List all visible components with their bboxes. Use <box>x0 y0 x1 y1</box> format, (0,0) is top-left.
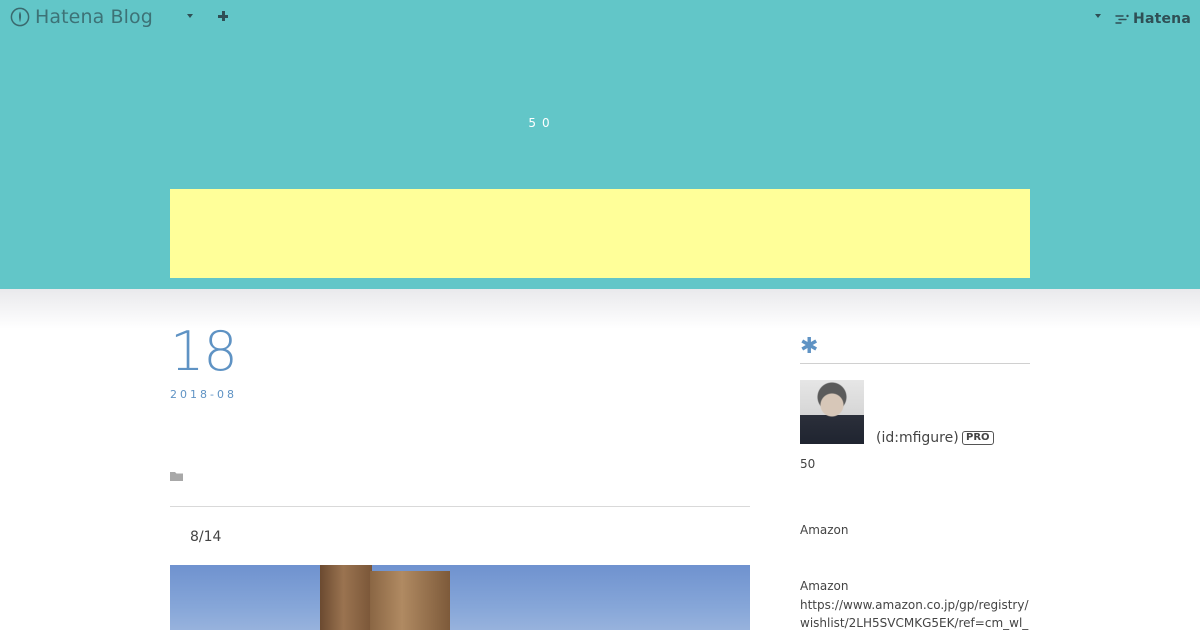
hatena-logo-icon <box>1115 14 1130 25</box>
sidebar-module-amazon: Amazon <box>800 523 849 537</box>
wishlist-link[interactable]: https://www.amazon.co.jp/gp/registry/wis… <box>800 596 1032 630</box>
entry-date-year-month[interactable]: 2018-08 <box>170 388 237 401</box>
sidebar-profile-title: ✱ <box>800 336 1030 364</box>
entry-date-day[interactable]: 18 <box>170 325 238 379</box>
entry-divider <box>170 506 750 507</box>
hatena-wordmark: Hatena <box>1133 11 1191 27</box>
blog-description: 50 <box>528 116 556 130</box>
hatena-logo[interactable]: Hatena <box>1115 11 1191 27</box>
blog-menu-chevron-down-icon[interactable] <box>187 14 193 18</box>
hatena-blog-wordmark: Hatena Blog <box>35 6 153 28</box>
blog-header: Hatena Blog Hatena 50 <box>0 0 1200 289</box>
header-banner <box>170 189 1030 278</box>
global-header-bar: Hatena Blog Hatena <box>0 0 1200 38</box>
entry-photo[interactable] <box>170 565 750 630</box>
wooden-post-left <box>320 565 372 630</box>
plus-icon[interactable] <box>218 11 230 23</box>
profile-user-id[interactable]: (id:mfigure) <box>876 430 959 446</box>
hatena-blog-logo-icon <box>10 7 30 27</box>
entry-body-date: 8/14 <box>190 529 222 545</box>
wooden-post-right <box>370 571 450 630</box>
avatar[interactable] <box>800 380 864 444</box>
pro-badge: PRO <box>962 431 994 445</box>
profile-description: 50 <box>800 457 816 471</box>
asterisk-icon: ✱ <box>800 334 819 359</box>
hatena-blog-logo[interactable]: Hatena Blog <box>10 6 153 28</box>
folder-icon <box>170 471 183 481</box>
user-menu-chevron-down-icon[interactable] <box>1095 14 1101 18</box>
sidebar-module-wishlist-title: Amazon <box>800 579 849 593</box>
